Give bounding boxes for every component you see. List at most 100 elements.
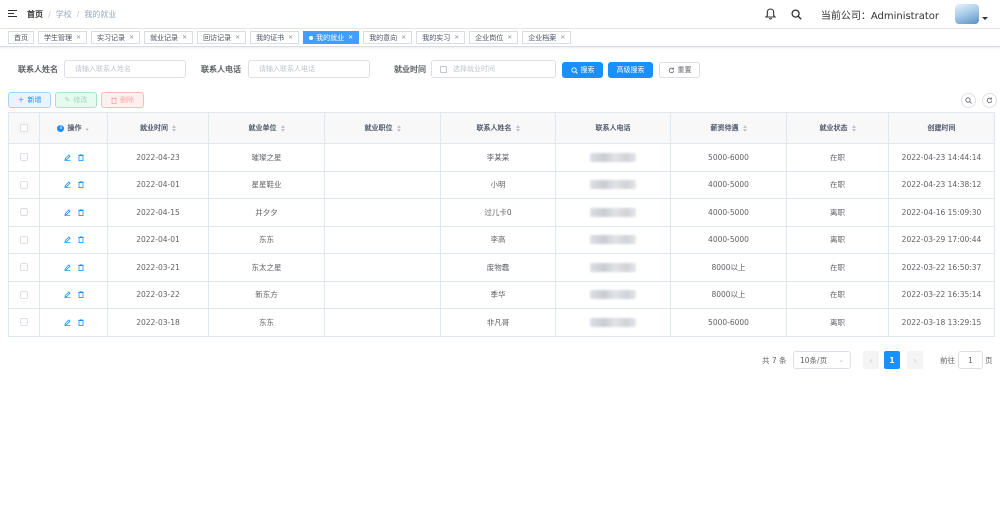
row-checkbox[interactable] <box>20 153 28 162</box>
tag-my-certificates[interactable]: 我的证书 ✕ <box>250 31 300 44</box>
table-body: 2022-04-23 璀璨之星 李某某 5000-6000 在职 2022-04-23 1… <box>9 144 994 337</box>
edit-icon[interactable] <box>63 154 71 161</box>
tag-internship-records[interactable]: 实习记录 ✕ <box>91 31 141 44</box>
column-employment-unit[interactable]: 就业单位 <box>209 113 325 143</box>
breadcrumb-school[interactable]: 学校 <box>56 9 72 20</box>
trash-icon[interactable] <box>77 153 84 161</box>
page-size-select[interactable]: 10条/页 ⌄ <box>793 351 851 369</box>
cell-salary: 4000-5000 <box>671 171 787 198</box>
contact-name-input[interactable]: 请输入联系人姓名 <box>64 60 186 78</box>
row-select-cell <box>9 171 40 198</box>
redacted-phone <box>590 207 636 217</box>
trash-icon[interactable] <box>77 263 84 271</box>
row-checkbox[interactable] <box>20 290 28 299</box>
search-button-label: 搜索 <box>580 66 595 74</box>
close-icon[interactable]: ✕ <box>288 34 293 41</box>
table-row[interactable]: 2022-04-01 星星鞋业 小明 4000-5000 在职 2022-04-23 14… <box>9 171 994 199</box>
page-number-1[interactable]: 1 <box>884 351 900 369</box>
close-icon[interactable]: ✕ <box>560 34 565 41</box>
edit-button[interactable]: ✎ 修改 <box>55 92 97 108</box>
edit-icon[interactable] <box>63 319 71 326</box>
table-row[interactable]: 2022-04-01 东东 李高 4000-5000 离职 2022-03-29 17:0… <box>9 226 994 254</box>
column-employment-time[interactable]: 就业时间 <box>108 113 209 143</box>
sort-icon[interactable] <box>851 124 856 132</box>
edit-icon[interactable] <box>63 181 71 189</box>
sort-icon[interactable] <box>742 124 747 132</box>
search-icon[interactable] <box>791 8 803 20</box>
reset-button[interactable]: 重置 <box>659 62 700 78</box>
close-icon[interactable]: ✕ <box>76 34 81 41</box>
table-row[interactable]: 2022-04-15 井夕夕 过儿卡0 4000-5000 离职 2022-04-16 1… <box>9 199 994 227</box>
trash-icon[interactable] <box>77 291 84 299</box>
close-icon[interactable]: ✕ <box>507 34 512 41</box>
table-row[interactable]: 2022-03-21 东太之星 废物蠢 8000以上 在职 2022-03-22 16:5… <box>9 254 994 282</box>
tag-company-archives[interactable]: 企业档案 ✕ <box>522 31 572 44</box>
cell-employment-time: 2022-03-18 <box>108 309 209 336</box>
row-checkbox[interactable] <box>20 235 28 244</box>
row-actions-cell <box>40 171 108 198</box>
tag-my-internship[interactable]: 我的实习 ✕ <box>416 31 466 44</box>
close-icon[interactable]: ✕ <box>401 34 406 41</box>
trash-icon[interactable] <box>77 181 84 189</box>
prev-page-button[interactable]: ‹ <box>863 351 879 369</box>
tag-visit-records[interactable]: 回访记录 ✕ <box>197 31 247 44</box>
column-operation[interactable]: i 操作 ⌄ <box>40 113 108 143</box>
close-icon[interactable]: ✕ <box>129 34 134 41</box>
chevron-down-icon[interactable] <box>982 16 988 20</box>
row-checkbox[interactable] <box>20 318 28 327</box>
edit-icon[interactable] <box>63 209 71 216</box>
hamburger-icon[interactable] <box>8 10 17 18</box>
table-row[interactable]: 2022-03-18 东东 非凡哥 5000-6000 离职 2022-03-18 13:… <box>9 309 994 337</box>
select-all-checkbox[interactable] <box>20 124 28 132</box>
tag-student-management[interactable]: 学生管理 ✕ <box>38 31 88 44</box>
sort-icon[interactable] <box>172 124 176 132</box>
cell-employment-position <box>325 281 441 308</box>
column-contact-name[interactable]: 联系人姓名 <box>441 113 556 143</box>
cell-employment-unit: 东太之星 <box>209 254 325 281</box>
delete-button[interactable]: 删除 <box>101 92 144 108</box>
tag-company-positions[interactable]: 企业岗位 ✕ <box>469 31 519 44</box>
edit-icon[interactable] <box>63 236 71 244</box>
refresh-icon <box>668 67 674 73</box>
close-icon[interactable]: ✕ <box>182 34 187 41</box>
row-checkbox[interactable] <box>20 208 28 217</box>
row-checkbox[interactable] <box>20 263 28 272</box>
sort-icon[interactable] <box>280 124 285 132</box>
cell-employment-time: 2022-03-21 <box>108 254 209 281</box>
trash-icon[interactable] <box>77 236 84 244</box>
goto-page-input[interactable]: 1 <box>958 351 983 369</box>
page-number-label: 1 <box>889 355 895 365</box>
close-icon[interactable]: ✕ <box>348 34 353 41</box>
redacted-phone <box>590 235 636 245</box>
tag-employment-records[interactable]: 就业记录 ✕ <box>144 31 194 44</box>
tag-my-intention[interactable]: 我的意向 ✕ <box>363 31 413 44</box>
sort-icon[interactable] <box>515 124 520 132</box>
column-employment-position[interactable]: 就业职位 <box>325 113 441 143</box>
table-row[interactable]: 2022-04-23 璀璨之星 李某某 5000-6000 在职 2022-04-23 1… <box>9 144 994 172</box>
bell-icon[interactable] <box>765 8 777 20</box>
edit-icon[interactable] <box>63 291 71 299</box>
search-button[interactable]: 搜索 <box>562 62 603 78</box>
trash-icon[interactable] <box>77 318 84 326</box>
next-page-button[interactable]: › <box>907 351 923 369</box>
breadcrumb-home[interactable]: 首页 <box>27 9 43 20</box>
advanced-search-button[interactable]: 高级搜索 <box>608 62 653 78</box>
employment-time-picker[interactable]: 选择就业时间 <box>431 60 556 78</box>
row-checkbox[interactable] <box>20 180 28 189</box>
refresh-button[interactable] <box>982 93 997 108</box>
tag-home[interactable]: 首页 <box>8 31 34 44</box>
table-row[interactable]: 2022-03-22 新东方 季华 8000以上 在职 2022-03-22 16:35:… <box>9 281 994 309</box>
avatar[interactable] <box>955 4 979 24</box>
close-icon[interactable]: ✕ <box>235 34 240 41</box>
tag-my-employment[interactable]: 我的就业 ✕ <box>303 31 360 44</box>
add-button[interactable]: ＋新增 <box>8 92 51 108</box>
toggle-search-button[interactable] <box>961 93 976 108</box>
column-employment-status[interactable]: 就业状态 <box>787 113 889 143</box>
close-icon[interactable]: ✕ <box>454 34 459 41</box>
contact-phone-input[interactable]: 请输入联系人电话 <box>248 60 370 78</box>
edit-icon[interactable] <box>63 264 71 271</box>
column-salary[interactable]: 薪资待遇 <box>671 113 787 143</box>
sort-icon[interactable] <box>396 124 401 132</box>
trash-icon[interactable] <box>77 208 84 216</box>
tag-label: 首页 <box>14 33 28 42</box>
